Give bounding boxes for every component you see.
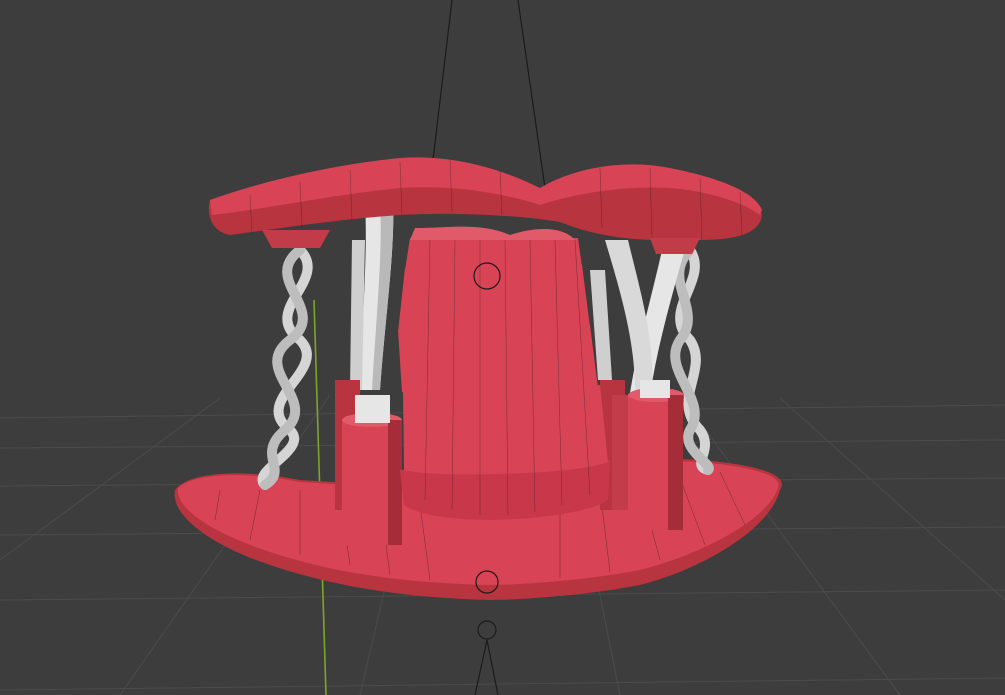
viewport-canvas[interactable] — [0, 0, 1005, 695]
empty-object-icon[interactable] — [477, 620, 497, 640]
tiered-core[interactable] — [398, 226, 610, 520]
pillar-left[interactable] — [335, 380, 402, 545]
pillar-right[interactable] — [600, 380, 684, 530]
rope-chain-left[interactable] — [257, 245, 313, 490]
3d-viewport[interactable] — [0, 0, 1005, 695]
